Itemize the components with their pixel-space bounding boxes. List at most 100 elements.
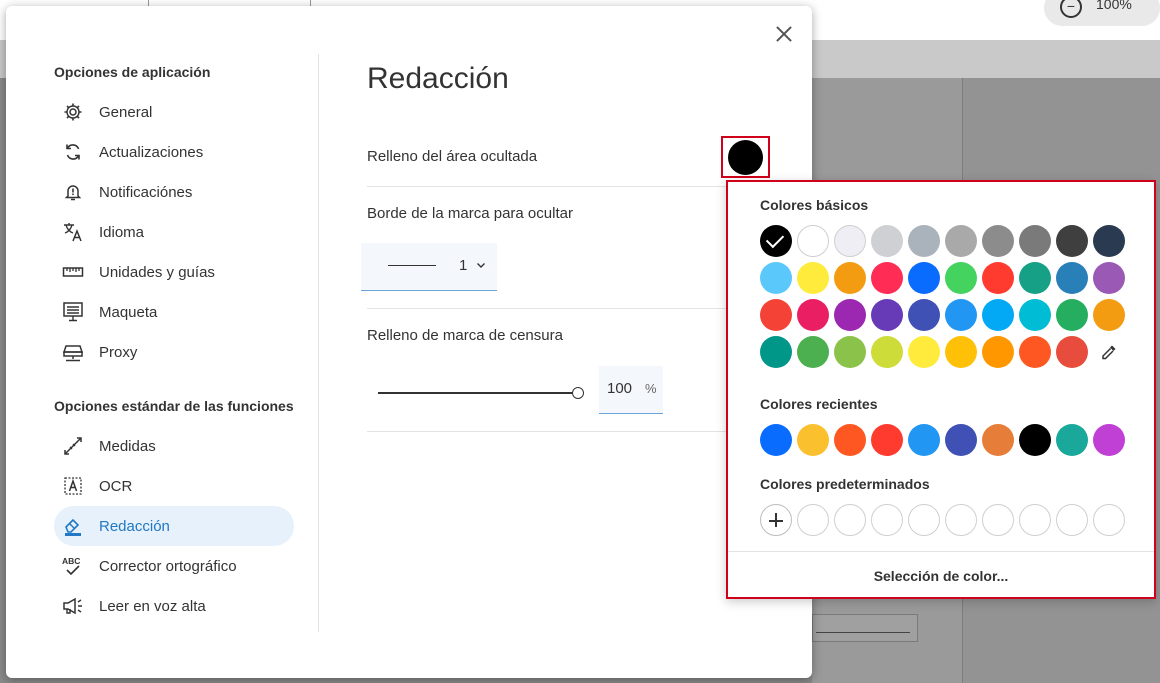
censor-fill-slider-thumb[interactable]: [572, 387, 584, 399]
predefined-color-slot[interactable]: [945, 504, 977, 536]
sidebar-item-read-aloud[interactable]: Leer en voz alta: [54, 586, 318, 626]
basic-color-swatch[interactable]: [834, 225, 866, 257]
basic-color-swatch[interactable]: [871, 225, 903, 257]
basic-color-swatch[interactable]: [908, 262, 940, 294]
recent-color-swatch[interactable]: [760, 424, 792, 456]
basic-color-swatch[interactable]: [760, 299, 792, 331]
basic-color-swatch[interactable]: [834, 299, 866, 331]
basic-color-swatch[interactable]: [908, 225, 940, 257]
close-icon[interactable]: [772, 22, 796, 46]
sidebar-item-label: Unidades y guías: [99, 263, 215, 281]
sidebar-item-redaction[interactable]: Redacción: [54, 506, 294, 546]
sidebar-item-updates[interactable]: Actualizaciones: [54, 132, 318, 172]
page-title: Redacción: [367, 62, 509, 95]
basic-color-swatch[interactable]: [908, 299, 940, 331]
basic-color-swatch[interactable]: [797, 299, 829, 331]
basic-color-swatch[interactable]: [1056, 225, 1088, 257]
fill-area-label: Relleno del área ocultada: [367, 148, 538, 165]
plus-icon[interactable]: [760, 504, 792, 536]
basic-color-swatch[interactable]: [760, 262, 792, 294]
basic-color-swatch[interactable]: [945, 262, 977, 294]
censor-fill-input[interactable]: 100 %: [599, 366, 663, 414]
recent-color-swatch[interactable]: [834, 424, 866, 456]
basic-color-swatch[interactable]: [982, 225, 1014, 257]
border-width-select[interactable]: 1: [361, 243, 497, 291]
custom-color-link[interactable]: Selección de color...: [728, 568, 1154, 584]
ruler-icon: [62, 261, 84, 283]
eyedropper-icon[interactable]: [1093, 336, 1125, 368]
basic-color-swatch[interactable]: [871, 336, 903, 368]
sidebar-item-label: OCR: [99, 477, 133, 495]
censor-fill-slider-track[interactable]: [378, 392, 578, 394]
predefined-color-slot[interactable]: [1056, 504, 1088, 536]
sidebar-item-ocr[interactable]: OCR: [54, 466, 318, 506]
basic-color-swatch[interactable]: [1093, 299, 1125, 331]
basic-color-swatch[interactable]: [797, 262, 829, 294]
sidebar-item-notifications[interactable]: Notificaciónes: [54, 172, 318, 212]
spellcheck-icon: ABC: [62, 555, 84, 577]
basic-color-swatch[interactable]: [871, 262, 903, 294]
sidebar-item-proxy[interactable]: Proxy: [54, 332, 318, 372]
megaphone-icon: [62, 595, 84, 617]
basic-color-swatch[interactable]: [945, 299, 977, 331]
basic-color-swatch[interactable]: [1019, 225, 1051, 257]
translate-icon: [62, 221, 84, 243]
background-field-line: [816, 632, 910, 633]
predefined-color-slot[interactable]: [1019, 504, 1051, 536]
recent-color-swatch[interactable]: [797, 424, 829, 456]
recent-color-swatch[interactable]: [871, 424, 903, 456]
recent-color-swatch[interactable]: [1019, 424, 1051, 456]
basic-color-swatch[interactable]: [945, 225, 977, 257]
sidebar-item-units[interactable]: Unidades y guías: [54, 252, 318, 292]
measure-icon: [62, 435, 84, 457]
recent-color-swatch[interactable]: [1093, 424, 1125, 456]
sidebar-item-language[interactable]: Idioma: [54, 212, 318, 252]
basic-color-swatch[interactable]: [1093, 262, 1125, 294]
sidebar-item-measures[interactable]: Medidas: [54, 426, 318, 466]
sidebar-item-label: General: [99, 103, 153, 121]
predefined-colors-title: Colores predeterminados: [760, 476, 930, 492]
basic-color-swatch[interactable]: [834, 336, 866, 368]
basic-color-swatch[interactable]: [982, 299, 1014, 331]
recent-color-swatch[interactable]: [945, 424, 977, 456]
sidebar-section-app-title: Opciones de aplicación: [54, 64, 211, 80]
predefined-color-slot[interactable]: [797, 504, 829, 536]
basic-color-swatch[interactable]: [1093, 225, 1125, 257]
sidebar-item-general[interactable]: General: [54, 92, 318, 132]
basic-color-swatch[interactable]: [871, 299, 903, 331]
recent-color-swatch[interactable]: [1056, 424, 1088, 456]
basic-color-swatch[interactable]: [1056, 299, 1088, 331]
divider: [367, 308, 767, 309]
basic-color-swatch[interactable]: [1019, 299, 1051, 331]
color-picker-popup: Colores básicos Colores recientes Colore…: [726, 180, 1156, 599]
predefined-color-slot[interactable]: [908, 504, 940, 536]
sidebar-item-spellcheck[interactable]: ABC Corrector ortográfico: [54, 546, 318, 586]
basic-color-swatch[interactable]: [797, 336, 829, 368]
basic-color-swatch[interactable]: [760, 336, 792, 368]
predefined-color-slot[interactable]: [1093, 504, 1125, 536]
sidebar-divider: [318, 54, 319, 632]
predefined-color-slot[interactable]: [834, 504, 866, 536]
sidebar-item-layout[interactable]: Maqueta: [54, 292, 318, 332]
fill-color-swatch: [728, 140, 763, 175]
basic-color-swatch[interactable]: [1056, 336, 1088, 368]
preferences-dialog: Opciones de aplicación General Actualiza…: [6, 6, 812, 678]
basic-color-swatch[interactable]: [1056, 262, 1088, 294]
recent-color-swatch[interactable]: [908, 424, 940, 456]
basic-color-swatch[interactable]: [1019, 262, 1051, 294]
censor-fill-value: 100: [607, 380, 633, 397]
basic-color-swatch[interactable]: [945, 336, 977, 368]
basic-color-swatch[interactable]: [797, 225, 829, 257]
basic-color-swatch[interactable]: [982, 336, 1014, 368]
basic-color-swatch[interactable]: [760, 225, 792, 257]
fill-color-button[interactable]: [721, 136, 770, 178]
border-line-preview: [388, 265, 436, 266]
basic-color-swatch[interactable]: [1019, 336, 1051, 368]
bell-icon: [62, 181, 84, 203]
predefined-color-slot[interactable]: [871, 504, 903, 536]
predefined-color-slot[interactable]: [982, 504, 1014, 536]
basic-color-swatch[interactable]: [908, 336, 940, 368]
basic-color-swatch[interactable]: [982, 262, 1014, 294]
recent-color-swatch[interactable]: [982, 424, 1014, 456]
basic-color-swatch[interactable]: [834, 262, 866, 294]
